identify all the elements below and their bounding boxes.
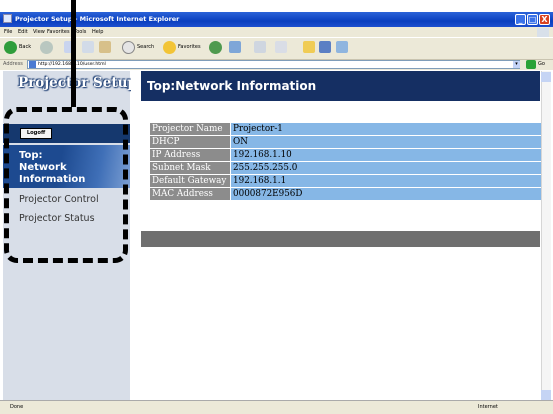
close-button[interactable]: X — [539, 14, 550, 25]
address-dropdown-icon[interactable]: ▾ — [513, 61, 520, 68]
network-info-table: Projector Name Projector-1 DHCP ON IP Ad… — [149, 122, 549, 201]
refresh-icon[interactable] — [82, 41, 94, 53]
go-arrow-icon[interactable] — [526, 60, 536, 69]
back-arrow-icon[interactable] — [4, 41, 17, 54]
page-icon — [29, 61, 36, 68]
menu-file[interactable]: File — [4, 27, 12, 37]
forward-arrow-icon[interactable] — [40, 41, 53, 54]
menu-view[interactable]: View — [33, 27, 45, 37]
window-title: Projector Setup - Microsoft Internet Exp… — [15, 15, 180, 23]
table-row: DHCP ON — [150, 136, 548, 148]
minimize-button[interactable]: _ — [515, 14, 526, 25]
table-row: Subnet Mask 255.255.255.0 — [150, 162, 548, 174]
table-row: IP Address 192.168.1.10 — [150, 149, 548, 161]
row-value: Projector-1 — [231, 123, 548, 135]
row-value: ON — [231, 136, 548, 148]
row-label: MAC Address — [150, 188, 230, 200]
table-row: Default Gateway 192.168.1.1 — [150, 175, 548, 187]
search-button-label[interactable]: Search — [137, 41, 154, 54]
status-text: Done — [10, 404, 24, 410]
row-label: Subnet Mask — [150, 162, 230, 174]
address-label: Address — [3, 61, 23, 67]
status-zone: Internet — [478, 404, 498, 410]
windows-logo-icon — [537, 28, 549, 37]
edit-icon[interactable] — [275, 41, 287, 53]
favorites-star-icon[interactable] — [163, 41, 176, 54]
menu-help[interactable]: Help — [92, 27, 103, 37]
callout-pointer-line — [71, 0, 76, 107]
row-value: 255.255.255.0 — [231, 162, 548, 174]
print-icon[interactable] — [254, 41, 266, 53]
go-button-label[interactable]: Go — [538, 60, 545, 69]
scroll-up-icon[interactable] — [541, 72, 551, 82]
page-title: Top:Network Information — [147, 79, 317, 93]
scroll-down-icon[interactable] — [541, 390, 551, 400]
row-label: Default Gateway — [150, 175, 230, 187]
back-button-label[interactable]: Back — [19, 41, 31, 54]
menu-favorites[interactable]: Favorites — [47, 27, 70, 37]
row-value: 192.168.1.1 — [231, 175, 548, 187]
row-value: 0000872E956D — [231, 188, 548, 200]
status-bar — [0, 400, 553, 414]
history-icon[interactable] — [209, 41, 222, 54]
callout-highlight-box — [4, 107, 128, 263]
row-label: IP Address — [150, 149, 230, 161]
search-icon[interactable] — [122, 41, 135, 54]
vertical-scrollbar[interactable] — [541, 71, 551, 400]
messenger-icon[interactable] — [319, 41, 331, 53]
ie-app-icon — [3, 14, 12, 23]
maximize-button[interactable]: □ — [527, 14, 538, 25]
folder-icon[interactable] — [303, 41, 315, 53]
row-value: 192.168.1.10 — [231, 149, 548, 161]
menu-edit[interactable]: Edit — [18, 27, 28, 37]
research-icon[interactable] — [336, 41, 348, 53]
mail-icon[interactable] — [229, 41, 241, 53]
sidebar-title: Projector Setup — [18, 75, 137, 91]
home-icon[interactable] — [99, 41, 111, 53]
row-label: Projector Name — [150, 123, 230, 135]
page-footer-band — [141, 231, 540, 247]
table-row: Projector Name Projector-1 — [150, 123, 548, 135]
favorites-button-label[interactable]: Favorites — [178, 41, 201, 54]
table-row: MAC Address 0000872E956D — [150, 188, 548, 200]
row-label: DHCP — [150, 136, 230, 148]
